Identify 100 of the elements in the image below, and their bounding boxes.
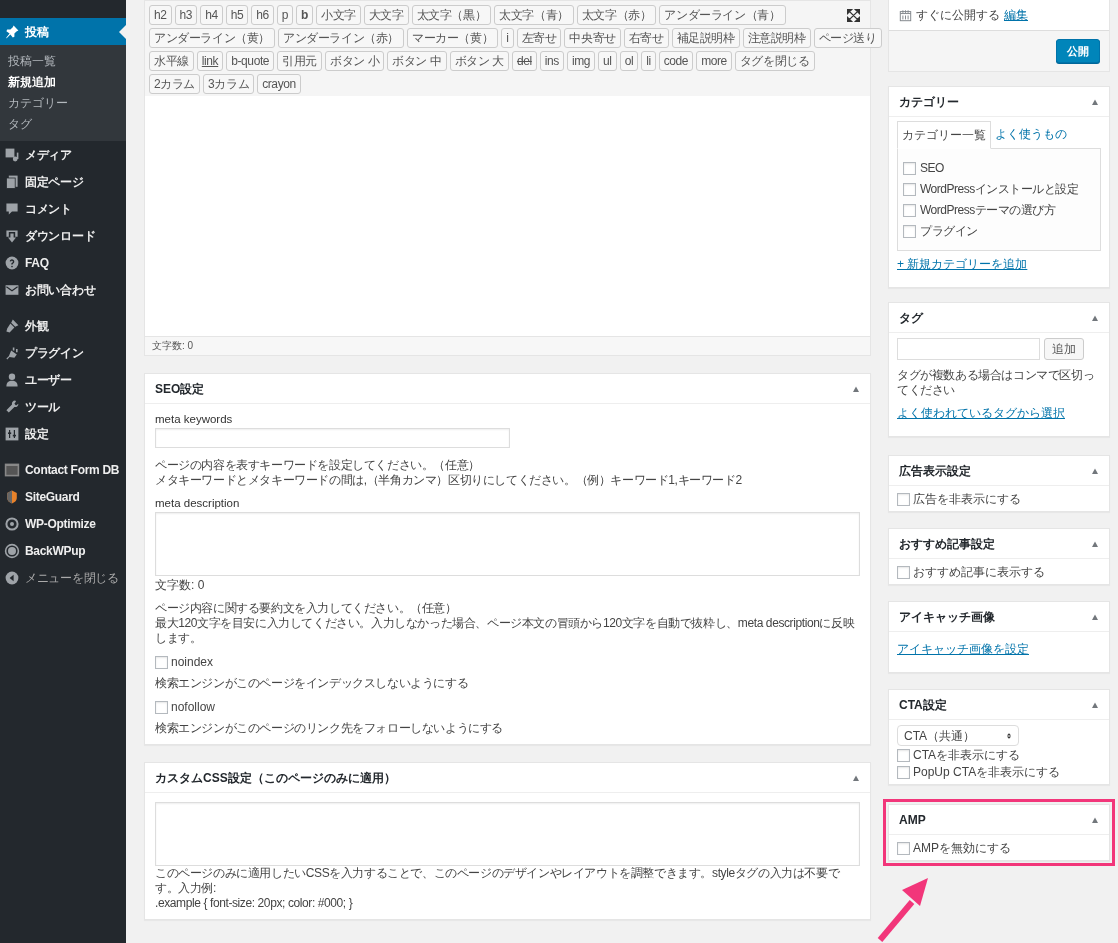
- toolbar-button[interactable]: b: [296, 5, 314, 25]
- toolbar-button[interactable]: 補足説明枠: [671, 28, 740, 48]
- menu-item[interactable]: 外観: [0, 312, 126, 339]
- menu-item[interactable]: SiteGuard: [0, 483, 126, 510]
- toolbar-button[interactable]: crayon: [257, 74, 301, 94]
- menu-item[interactable]: ダウンロード: [0, 222, 126, 249]
- box-title: おすすめ記事設定: [899, 535, 995, 553]
- tab[interactable]: カテゴリー一覧: [897, 121, 991, 149]
- link[interactable]: アイキャッチ画像を設定: [897, 640, 1029, 658]
- checkbox[interactable]: [897, 765, 910, 779]
- toolbar-button[interactable]: 太文字（黒）: [411, 5, 492, 25]
- submenu-item[interactable]: タグ: [0, 114, 126, 135]
- field-label: meta keywords: [155, 412, 234, 427]
- toolbar-button[interactable]: li: [641, 51, 656, 71]
- checkbox[interactable]: [897, 841, 910, 855]
- submenu-item[interactable]: 投稿一覧: [0, 51, 126, 72]
- link[interactable]: よく使われているタグから選択: [897, 404, 1065, 422]
- tab[interactable]: よく使うもの: [991, 121, 1071, 148]
- menu-item[interactable]: 投稿: [0, 18, 126, 45]
- checkbox[interactable]: [897, 492, 910, 506]
- menu-item[interactable]: メニューを閉じる: [0, 564, 126, 591]
- menu-item[interactable]: お問い合わせ: [0, 276, 126, 303]
- menu-item[interactable]: FAQ: [0, 249, 126, 276]
- toolbar-button[interactable]: del: [511, 51, 537, 71]
- media-icon: [4, 146, 20, 163]
- menu-item[interactable]: ツール: [0, 393, 126, 420]
- toolbar-button[interactable]: 太文字（赤）: [576, 5, 657, 25]
- toolbar-button[interactable]: code: [658, 51, 694, 71]
- textarea[interactable]: [155, 512, 860, 576]
- toolbar-button[interactable]: 大文字: [363, 5, 409, 25]
- toolbar-button[interactable]: ボタン 中: [387, 51, 447, 71]
- user-icon: [4, 371, 20, 388]
- toolbar-button[interactable]: 2カラム: [149, 74, 201, 94]
- menu-item[interactable]: 固定ページ: [0, 168, 126, 195]
- toolbar-button[interactable]: 中央寄せ: [564, 28, 621, 48]
- collapse-arrow-icon: [1091, 613, 1099, 620]
- checkbox[interactable]: [155, 700, 168, 714]
- toolbar-button[interactable]: 注意説明枠: [742, 28, 811, 48]
- menu-item[interactable]: WP-Optimize: [0, 510, 126, 537]
- toolbar-button[interactable]: 太文字（青）: [494, 5, 574, 25]
- toolbar-button[interactable]: link: [196, 51, 224, 71]
- toolbar-button[interactable]: h6: [251, 5, 274, 25]
- toolbar-button[interactable]: ul: [598, 51, 617, 71]
- wrench-icon: [4, 398, 20, 415]
- checkbox[interactable]: [903, 161, 916, 175]
- tag-input[interactable]: [897, 338, 1040, 360]
- dropdown[interactable]: CTA（共通）: [897, 725, 1019, 746]
- checkbox[interactable]: [897, 748, 910, 762]
- toolbar-button[interactable]: ol: [619, 51, 639, 71]
- text-input[interactable]: [155, 428, 510, 448]
- publish-button[interactable]: 公開: [1056, 39, 1100, 63]
- toolbar-button[interactable]: 小文字: [316, 5, 361, 25]
- help-text: このページのみに適用したいCSSを入力することで、このページのデザインやレイアウトを調整できます。styleタグの入力は不要です。入力例:: [155, 866, 841, 896]
- checkbox[interactable]: [155, 655, 168, 669]
- menu-item[interactable]: BackWPup: [0, 537, 126, 564]
- toolbar-button[interactable]: img: [566, 51, 596, 71]
- box-title: アイキャッチ画像: [899, 608, 995, 626]
- toolbar-button[interactable]: b-quote: [226, 51, 275, 71]
- toolbar-button[interactable]: 水平線: [149, 51, 194, 71]
- toolbar-button[interactable]: マーカー（黄）: [407, 28, 499, 48]
- toolbar-button[interactable]: h2: [149, 5, 172, 25]
- toolbar-button[interactable]: ボタン 大: [449, 51, 509, 71]
- help-text: 最大120文字を目安に入力してください。入力しなかった場合、ページ本文の冒頭から120文字を自動で抜粋し、meta descriptionに反映します。: [155, 616, 856, 646]
- toolbar-button[interactable]: 引用元: [277, 51, 322, 71]
- brush-icon: [4, 317, 20, 334]
- toolbar-button[interactable]: アンダーライン（黄）: [149, 28, 275, 48]
- menu-item[interactable]: ユーザー: [0, 366, 126, 393]
- toolbar-button[interactable]: more: [696, 51, 732, 71]
- toolbar-button[interactable]: 右寄せ: [623, 28, 669, 48]
- menu-item[interactable]: 設定: [0, 420, 126, 447]
- toolbar-button[interactable]: 左寄せ: [516, 28, 562, 48]
- submenu-item[interactable]: 新規追加: [0, 72, 126, 93]
- add-button[interactable]: 追加: [1044, 338, 1084, 360]
- textarea[interactable]: [155, 802, 860, 866]
- toolbar-button[interactable]: h3: [174, 5, 198, 25]
- edit-link[interactable]: 編集: [1004, 6, 1028, 24]
- toolbar-button[interactable]: p: [276, 5, 294, 25]
- toolbar-button[interactable]: i: [501, 28, 514, 48]
- checkbox-label: CTAを非表示にする: [913, 747, 1021, 763]
- submenu-item[interactable]: カテゴリー: [0, 93, 126, 114]
- toolbar-button[interactable]: アンダーライン（赤）: [278, 28, 405, 48]
- checkbox-label: おすすめ記事に表示する: [913, 564, 1045, 580]
- checkbox[interactable]: [903, 224, 916, 238]
- link[interactable]: + 新規カテゴリーを追加: [897, 255, 1028, 273]
- toolbar-button[interactable]: アンダーライン（青）: [659, 5, 786, 25]
- help-icon: [4, 254, 20, 271]
- toolbar-button[interactable]: ins: [539, 51, 564, 71]
- menu-item[interactable]: メディア: [0, 141, 126, 168]
- checkbox[interactable]: [903, 182, 916, 196]
- menu-item[interactable]: プラグイン: [0, 339, 126, 366]
- checkbox[interactable]: [897, 565, 910, 579]
- checkbox[interactable]: [903, 203, 916, 217]
- menu-item[interactable]: Contact Form DB: [0, 456, 126, 483]
- menu-item[interactable]: コメント: [0, 195, 126, 222]
- toolbar-button[interactable]: h4: [200, 5, 223, 25]
- toolbar-button[interactable]: タグを閉じる: [734, 51, 815, 71]
- toolbar-button[interactable]: h5: [225, 5, 249, 25]
- toolbar-button[interactable]: 3カラム: [203, 74, 255, 94]
- toolbar-button[interactable]: ボタン 小: [324, 51, 385, 71]
- toolbar-button[interactable]: ページ送り: [813, 28, 882, 48]
